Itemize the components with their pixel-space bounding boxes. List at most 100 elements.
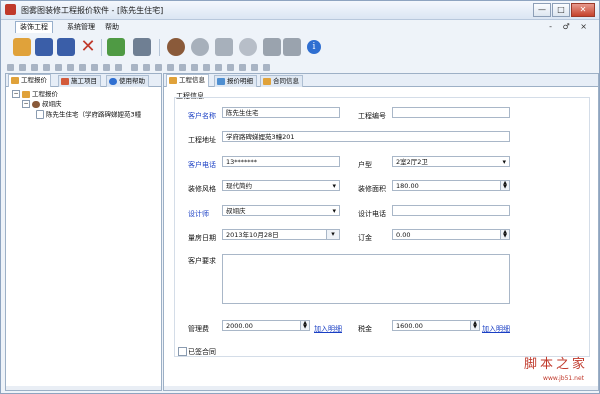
tax-label: 税金 xyxy=(358,325,372,333)
project-no-label: 工程编号 xyxy=(358,112,386,120)
menu-label: 装饰工程 xyxy=(20,23,48,31)
tool-icon[interactable] xyxy=(91,64,98,71)
tool-icon[interactable] xyxy=(19,64,26,71)
tax-field[interactable]: 1600.00 ▲ ▼ xyxy=(392,320,480,331)
tab-quote-details[interactable]: 报价明细 xyxy=(214,75,257,87)
tool-icon[interactable] xyxy=(191,64,198,71)
quote-icon xyxy=(11,77,19,84)
right-panel: 工程信息 报价明细 合同信息 工程信息 客户名称 陈先生住宅 工程编号 工程地址… xyxy=(163,73,599,391)
settings-icon[interactable] xyxy=(239,38,257,56)
close-button[interactable]: ✕ xyxy=(571,3,595,17)
app-window: 图雾图装修工程报价软件 - [陈先生住宅] — □ ✕ 装饰工程 系统管理 帮助… xyxy=(0,0,600,394)
tab-label: 施工项目 xyxy=(71,77,97,85)
requirements-textarea[interactable] xyxy=(222,254,510,304)
tool-icon[interactable] xyxy=(7,64,14,71)
title-bar: 图雾图装修工程报价软件 - [陈先生住宅] — □ ✕ xyxy=(1,1,599,20)
calendar-dropdown-icon[interactable]: ▾ xyxy=(326,230,339,239)
user-icon[interactable] xyxy=(167,38,185,56)
spin-icon[interactable]: ▲ ▼ xyxy=(470,321,479,330)
info-icon[interactable]: i xyxy=(307,40,321,54)
tool-icon[interactable] xyxy=(131,64,138,71)
measure-date-picker[interactable]: 2013年10月28日 ▾ xyxy=(222,229,340,240)
customer-name-field[interactable]: 陈先生住宅 xyxy=(222,107,340,118)
menu-help[interactable]: 帮助 xyxy=(101,22,123,33)
card-icon[interactable] xyxy=(215,38,233,56)
excel-export-icon[interactable] xyxy=(107,38,125,56)
tool-icon[interactable] xyxy=(167,64,174,71)
save-as-icon[interactable] xyxy=(57,38,75,56)
delete-icon[interactable]: ✕ xyxy=(79,38,97,56)
project-no-field[interactable] xyxy=(392,107,510,118)
tab-project-info[interactable]: 工程信息 xyxy=(166,74,209,87)
tool-icon[interactable] xyxy=(143,64,150,71)
tool-icon[interactable] xyxy=(155,64,162,71)
phone-field[interactable]: 13******* xyxy=(222,156,340,167)
tool-icon[interactable] xyxy=(251,64,258,71)
add-detail-link-1[interactable]: 加入明细 xyxy=(314,324,342,334)
tool-icon[interactable] xyxy=(215,64,222,71)
tab-help[interactable]: 使用帮助 xyxy=(106,75,149,87)
tool-icon[interactable] xyxy=(55,64,62,71)
menu-system-management[interactable]: 系统管理 xyxy=(63,22,99,33)
tree-node-root[interactable]: − 工程报价 xyxy=(12,90,58,99)
print-icon[interactable] xyxy=(133,38,151,56)
spin-icon[interactable]: ▲ ▼ xyxy=(300,321,309,330)
tool-icon[interactable] xyxy=(43,64,50,71)
style-select[interactable]: 现代简约 xyxy=(222,180,340,191)
mdi-controls[interactable]: - ♂ × xyxy=(549,22,591,31)
folder-icon[interactable] xyxy=(13,38,31,56)
deposit-field[interactable]: 0.00 ▲ ▼ xyxy=(392,229,510,240)
designer-select[interactable]: 叔翊庆 xyxy=(222,205,340,216)
tool-icon[interactable] xyxy=(67,64,74,71)
address-label: 工程地址 xyxy=(188,136,216,144)
tab-construction-items[interactable]: 施工项目 xyxy=(58,75,101,87)
tool-icon[interactable] xyxy=(227,64,234,71)
spin-icon[interactable]: ▲ ▼ xyxy=(500,230,509,239)
tool-icon[interactable] xyxy=(103,64,110,71)
construction-icon xyxy=(61,78,69,85)
tree-label: 陈先生住宅（学府路碑娣娌苑3幢 xyxy=(46,110,142,119)
menu-bar: 装饰工程 系统管理 帮助 - ♂ × xyxy=(1,20,599,34)
house-type-label: 户型 xyxy=(358,161,372,169)
tree-node-designer[interactable]: − 叔翊庆 xyxy=(22,100,62,109)
collapse-icon[interactable]: − xyxy=(12,90,20,98)
maximize-button[interactable]: □ xyxy=(552,3,570,17)
designer-phone-label: 设计电话 xyxy=(358,210,386,218)
designer-phone-field[interactable] xyxy=(392,205,510,216)
add-detail-link-2[interactable]: 加入明细 xyxy=(482,324,510,334)
tool-icon[interactable] xyxy=(179,64,186,71)
mgmt-fee-field[interactable]: 2000.00 ▲ ▼ xyxy=(222,320,310,331)
tool-icon[interactable] xyxy=(115,64,122,71)
tab-label: 使用帮助 xyxy=(119,77,145,85)
menu-decoration-project[interactable]: 装饰工程 xyxy=(15,21,53,33)
measure-date-label: 量房日期 xyxy=(188,234,216,242)
right-scrollbar[interactable] xyxy=(164,386,598,390)
area-label: 装修面积 xyxy=(358,185,386,193)
contract-tab-icon xyxy=(263,78,271,85)
save-icon[interactable] xyxy=(35,38,53,56)
app-logo-icon xyxy=(5,4,16,15)
left-scrollbar[interactable] xyxy=(6,386,161,390)
calculator-icon[interactable] xyxy=(263,38,281,56)
grid-icon[interactable] xyxy=(283,38,301,56)
tree-node-project[interactable]: 陈先生住宅（学府路碑娣娌苑3幢 xyxy=(36,110,141,119)
signed-contract-checkbox[interactable] xyxy=(178,347,187,356)
tool-icon[interactable] xyxy=(31,64,38,71)
tab-quotation[interactable]: 工程报价 xyxy=(8,74,51,87)
person-icon xyxy=(32,100,40,108)
tab-contract-info[interactable]: 合同信息 xyxy=(260,75,303,87)
customer-name-label: 客户名称 xyxy=(188,112,216,120)
house-type-select[interactable]: 2室2厅2卫 xyxy=(392,156,510,167)
collapse-icon[interactable]: − xyxy=(22,100,30,108)
tool-icon[interactable] xyxy=(203,64,210,71)
user-gray-icon[interactable] xyxy=(191,38,209,56)
tool-icon[interactable] xyxy=(263,64,270,71)
area-field[interactable]: 180.00 ▲ ▼ xyxy=(392,180,510,191)
tool-icon[interactable] xyxy=(79,64,86,71)
minimize-button[interactable]: — xyxy=(533,3,551,17)
tree-label: 叔翊庆 xyxy=(42,100,62,108)
spin-icon[interactable]: ▲ ▼ xyxy=(500,181,509,190)
deposit-value: 0.00 xyxy=(396,231,411,239)
address-field[interactable]: 学府路碑娣娌苑3幢201 xyxy=(222,131,510,142)
tool-icon[interactable] xyxy=(239,64,246,71)
